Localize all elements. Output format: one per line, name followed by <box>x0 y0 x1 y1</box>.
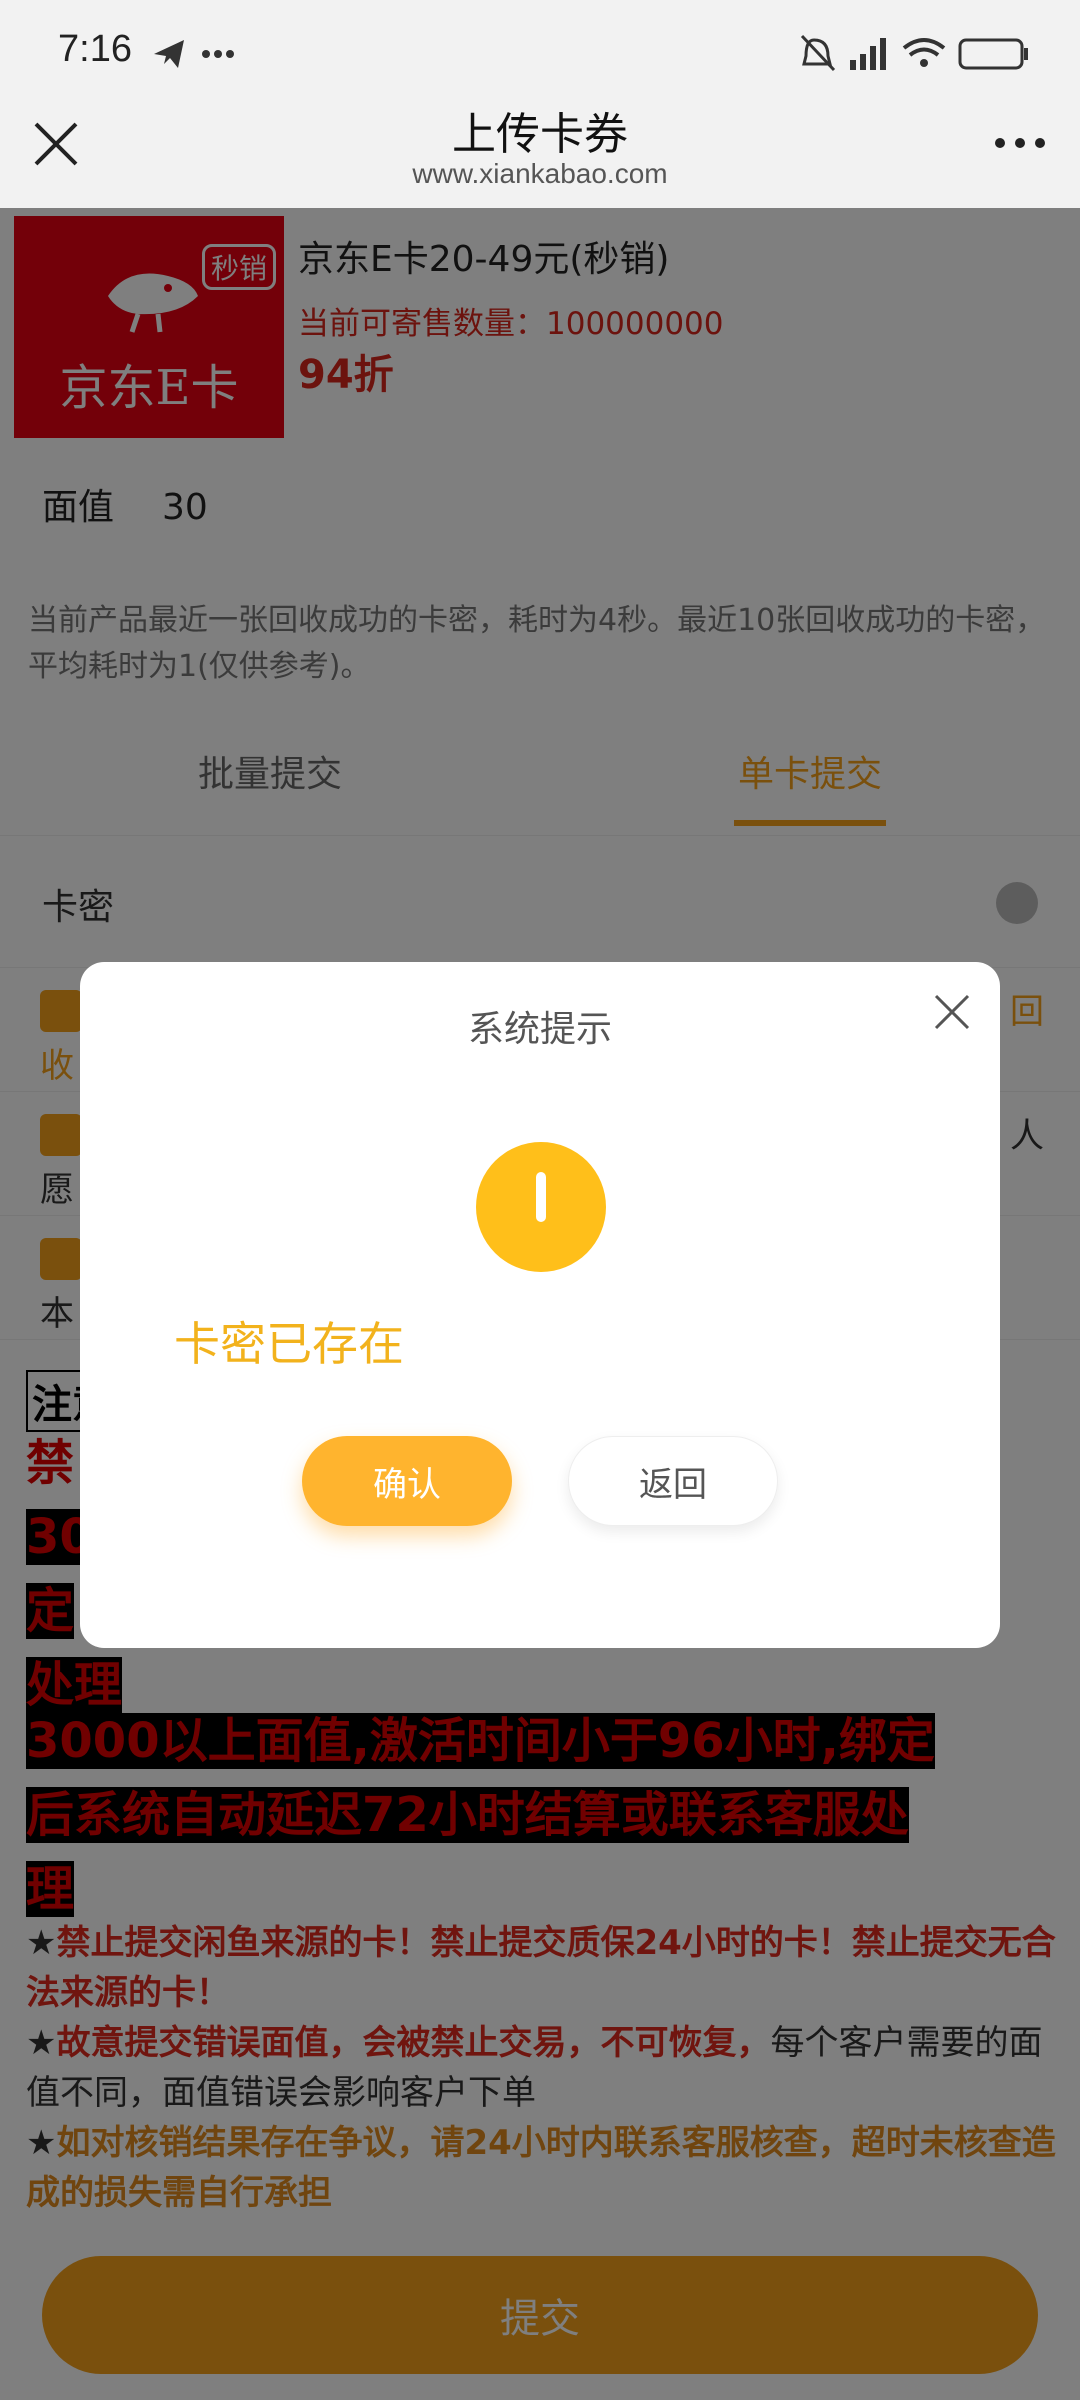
page-url: www.xiankabao.com <box>412 158 668 189</box>
dialog-message: 卡密已存在 <box>174 1317 404 1371</box>
more-icon[interactable] <box>990 128 1050 158</box>
system-status-icons <box>800 34 1028 72</box>
close-icon[interactable] <box>932 992 972 1032</box>
status-time: 7:16 <box>58 28 132 70</box>
warning-icon <box>476 1142 606 1272</box>
app-header: 上传卡券 www.xiankabao.com <box>0 96 1080 208</box>
system-dialog: 系统提示 卡密已存在 确认 返回 <box>80 962 1000 1648</box>
status-bar: 7:16 <box>0 0 1080 96</box>
page-title: 上传卡券 <box>452 109 628 160</box>
telegram-icon <box>154 40 234 68</box>
confirm-button[interactable]: 确认 <box>302 1436 512 1526</box>
back-button[interactable]: 返回 <box>568 1436 778 1526</box>
dialog-title: 系统提示 <box>467 1009 612 1050</box>
warning-icon-bar <box>536 1172 546 1222</box>
